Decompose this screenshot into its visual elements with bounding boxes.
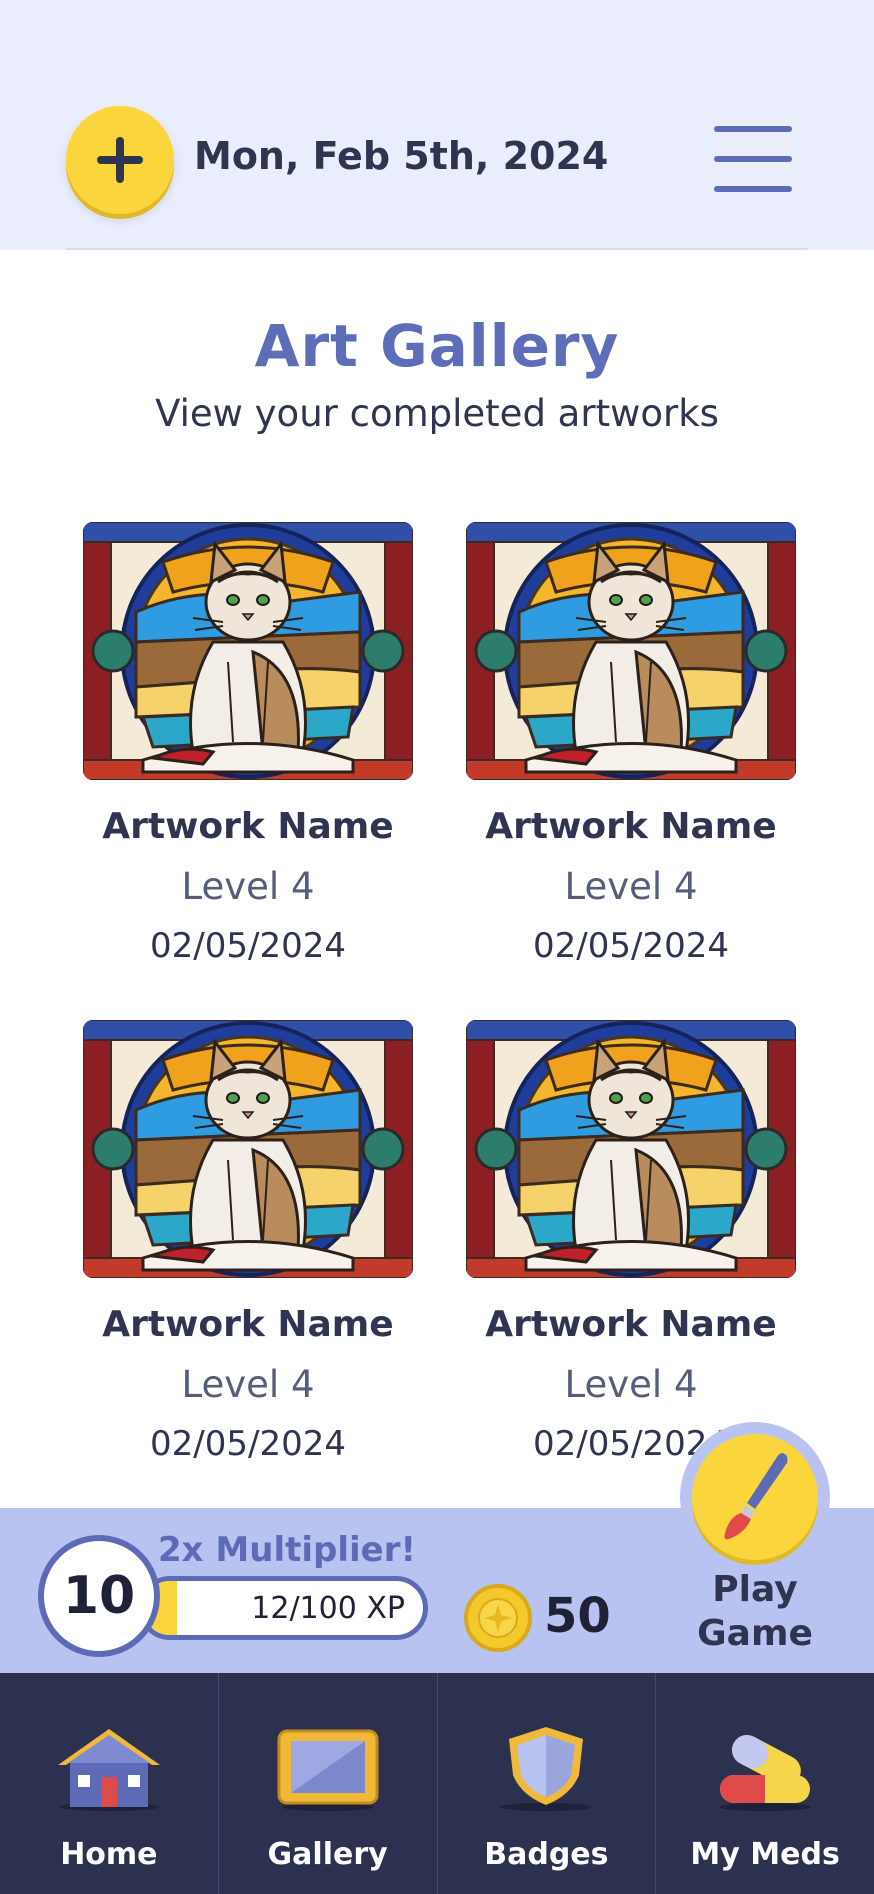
xp-text: 12/100 XP (251, 1591, 405, 1626)
plus-icon (97, 137, 143, 183)
xp-progress-bar: 12/100 XP (138, 1576, 428, 1640)
artwork-card[interactable]: Artwork Name Level 4 02/05/2024 (466, 1020, 796, 1464)
pill-capsule-icon (719, 1735, 812, 1811)
header-divider (66, 248, 808, 250)
nav-label-my-meds: My Meds (690, 1837, 840, 1872)
page-subtitle: View your completed artworks (155, 392, 719, 435)
paintbrush-icon (724, 1453, 788, 1540)
nav-item-my-meds[interactable]: My Meds (656, 1673, 874, 1894)
artwork-level: Level 4 (181, 1363, 315, 1406)
artwork-name: Artwork Name (485, 806, 777, 847)
coin-count: 50 (544, 1588, 611, 1644)
nav-label-home: Home (60, 1837, 158, 1872)
page-title: Art Gallery (254, 312, 620, 380)
artwork-name: Artwork Name (485, 1304, 777, 1345)
add-button[interactable] (66, 106, 174, 214)
nav-item-badges[interactable]: Badges (438, 1673, 657, 1894)
artwork-level: Level 4 (564, 1363, 698, 1406)
artwork-level: Level 4 (181, 865, 315, 908)
level-badge: 10 (38, 1535, 160, 1657)
artwork-date: 02/05/2024 (533, 926, 729, 966)
picture-frame-icon (277, 1729, 379, 1811)
artwork-card[interactable]: Artwork Name Level 4 02/05/2024 (466, 522, 796, 966)
current-date: Mon, Feb 5th, 2024 (194, 134, 609, 178)
artwork-thumbnail[interactable] (466, 522, 796, 780)
artwork-name: Artwork Name (102, 1304, 394, 1345)
artwork-date: 02/05/2024 (150, 926, 346, 966)
nav-item-gallery[interactable]: Gallery (219, 1673, 438, 1894)
artwork-card[interactable]: Artwork Name Level 4 02/05/2024 (83, 522, 413, 966)
shield-badge-icon (500, 1727, 593, 1811)
nav-item-home[interactable]: Home (0, 1673, 219, 1894)
artwork-date: 02/05/2024 (150, 1424, 346, 1464)
artwork-thumbnail[interactable] (83, 1020, 413, 1278)
star-icon (478, 1598, 518, 1638)
nav-label-badges: Badges (484, 1837, 609, 1872)
artwork-card[interactable]: Artwork Name Level 4 02/05/2024 (83, 1020, 413, 1464)
house-icon (57, 1729, 160, 1811)
artwork-thumbnail[interactable] (83, 522, 413, 780)
multiplier-label: 2x Multiplier! (158, 1530, 417, 1570)
play-game-label: Play Game (697, 1569, 813, 1654)
artwork-thumbnail[interactable] (466, 1020, 796, 1278)
artwork-level: Level 4 (564, 865, 698, 908)
hamburger-menu-button[interactable] (712, 126, 794, 192)
artwork-name: Artwork Name (102, 806, 394, 847)
coin-icon (464, 1584, 532, 1652)
gallery-screen: Mon, Feb 5th, 2024 Art Gallery View your… (0, 0, 874, 1894)
nav-label-gallery: Gallery (267, 1837, 388, 1872)
play-game-button[interactable] (692, 1434, 818, 1560)
bottom-nav: Home Gallery Badges My Meds (0, 1673, 874, 1894)
